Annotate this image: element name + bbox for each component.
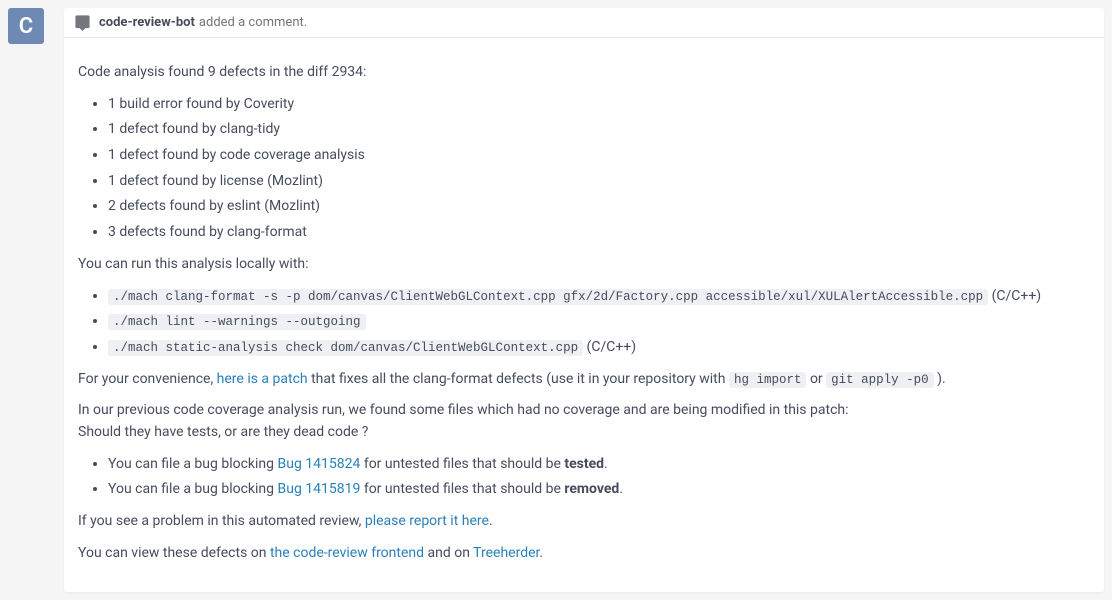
hg-import-cmd: hg import	[729, 372, 807, 388]
convenience-text: For your convenience, here is a patch th…	[78, 369, 1090, 391]
list-item: 1 defect found by license (Mozlint)	[108, 171, 1090, 193]
intro-text: Code analysis found 9 defects in the dif…	[78, 62, 1090, 84]
code-review-frontend-link[interactable]: the code-review frontend	[270, 545, 424, 561]
list-item: 3 defects found by clang-format	[108, 222, 1090, 244]
list-item: You can file a bug blocking Bug 1415819 …	[108, 479, 1090, 501]
treeherder-link[interactable]: Treeherder	[473, 545, 539, 561]
list-item: You can file a bug blocking Bug 1415824 …	[108, 454, 1090, 476]
coverage-text: In our previous code coverage analysis r…	[78, 400, 1090, 443]
view-defects-text: You can view these defects on the code-r…	[78, 543, 1090, 565]
comment-panel: code-review-bot added a comment. Code an…	[64, 8, 1104, 592]
list-item: 2 defects found by eslint (Mozlint)	[108, 196, 1090, 218]
comment-header: code-review-bot added a comment.	[64, 8, 1104, 38]
commands-list: ./mach clang-format -s -p dom/canvas/Cli…	[78, 286, 1090, 359]
defects-list: 1 build error found by Coverity 1 defect …	[78, 94, 1090, 244]
list-item: ./mach lint --warnings --outgoing	[108, 311, 1090, 333]
bug-link[interactable]: Bug 1415824	[278, 456, 361, 472]
bug-link[interactable]: Bug 1415819	[278, 481, 361, 497]
comment-icon	[74, 14, 91, 31]
list-item: 1 defect found by code coverage analysis	[108, 145, 1090, 167]
list-item: 1 defect found by clang-tidy	[108, 119, 1090, 141]
comment-body: Code analysis found 9 defects in the dif…	[64, 38, 1104, 592]
problem-text: If you see a problem in this automated r…	[78, 511, 1090, 533]
list-item: ./mach clang-format -s -p dom/canvas/Cli…	[108, 286, 1090, 308]
list-item: 1 build error found by Coverity	[108, 94, 1090, 116]
list-item: ./mach static-analysis check dom/canvas/…	[108, 337, 1090, 359]
bugs-list: You can file a bug blocking Bug 1415824 …	[78, 454, 1090, 501]
patch-link[interactable]: here is a patch	[217, 371, 308, 387]
command-code: ./mach clang-format -s -p dom/canvas/Cli…	[108, 289, 988, 305]
header-action: added a comment.	[199, 15, 307, 30]
git-apply-cmd: git apply -p0	[826, 372, 934, 388]
avatar[interactable]: C	[8, 8, 44, 44]
run-locally-text: You can run this analysis locally with:	[78, 254, 1090, 276]
bot-name[interactable]: code-review-bot	[99, 15, 195, 30]
command-code: ./mach static-analysis check dom/canvas/…	[108, 340, 583, 356]
report-problem-link[interactable]: please report it here	[365, 513, 489, 529]
command-code: ./mach lint --warnings --outgoing	[108, 314, 366, 330]
